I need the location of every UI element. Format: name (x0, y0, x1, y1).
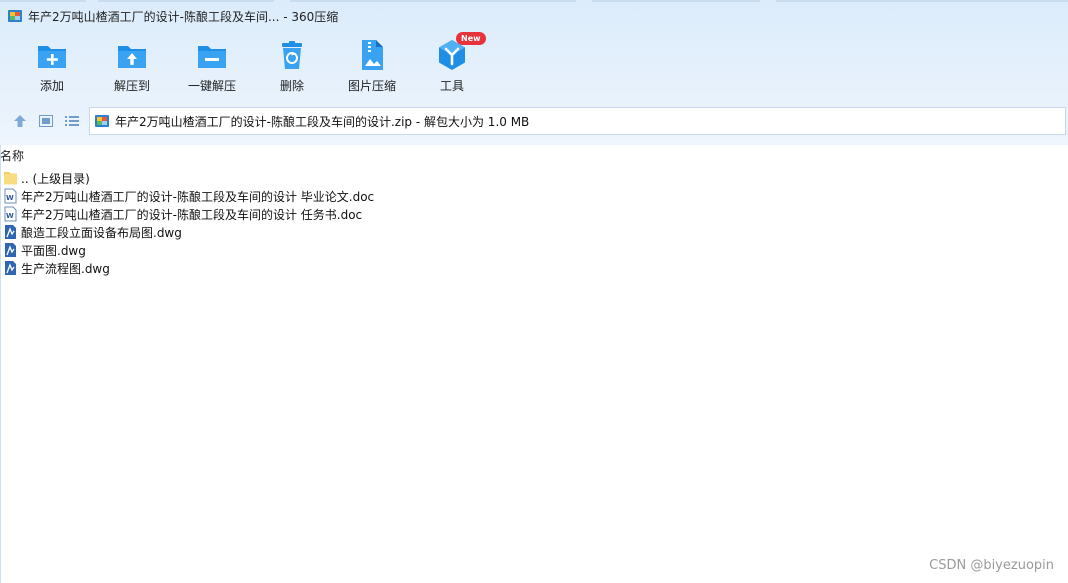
recycle-bin-icon (282, 41, 302, 69)
file-name: 年产2万吨山楂酒工厂的设计-陈酿工段及车间的设计 毕业论文.doc (21, 189, 375, 204)
add-button[interactable]: 添加 (12, 38, 92, 96)
archive-app-icon (8, 10, 22, 22)
column-header-name[interactable]: 名称 (0, 146, 24, 164)
file-row[interactable]: 生产流程图.dwg (3, 259, 374, 277)
dwg-file-icon (5, 261, 16, 275)
svg-text:W: W (6, 212, 14, 220)
delete-button[interactable]: 删除 (252, 38, 332, 96)
parent-folder-row[interactable]: .. (上级目录) (3, 169, 374, 187)
extract-to-label: 解压到 (113, 79, 150, 93)
folder-extract-icon (118, 46, 146, 68)
one-click-extract-button[interactable]: 一键解压 (172, 38, 252, 96)
tools-button[interactable]: New 工具 (412, 32, 492, 96)
file-list: .. (上级目录) W 年产2万吨山楂酒工厂的设计-陈酿工段及车间的设计 毕业论… (3, 169, 374, 277)
arrow-up-icon (14, 115, 26, 127)
file-row[interactable]: W 年产2万吨山楂酒工厂的设计-陈酿工段及车间的设计 任务书.doc (3, 205, 374, 223)
tools-label: 工具 (439, 79, 464, 93)
file-row[interactable]: 平面图.dwg (3, 241, 374, 259)
dwg-file-icon (5, 225, 16, 239)
thumbnail-view-button[interactable] (37, 112, 55, 130)
svg-text:W: W (6, 194, 14, 202)
word-doc-icon: W (4, 188, 17, 204)
list-left-border (0, 145, 1, 583)
new-badge: New (456, 32, 486, 45)
add-label: 添加 (39, 79, 64, 93)
column-header-name-label: 名称 (0, 148, 25, 163)
folder-icon (4, 172, 17, 185)
folder-add-icon (38, 46, 66, 68)
file-row[interactable]: W 年产2万吨山楂酒工厂的设计-陈酿工段及车间的设计 毕业论文.doc (3, 187, 374, 205)
top-panel: 年产2万吨山楂酒工厂的设计-陈酿工段及车间... - 360压缩 添加 解压到 … (0, 0, 1068, 145)
extract-to-button[interactable]: 解压到 (92, 38, 172, 96)
file-name: 年产2万吨山楂酒工厂的设计-陈酿工段及车间的设计 任务书.doc (21, 207, 363, 222)
navigation-bar: 年产2万吨山楂酒工厂的设计-陈酿工段及车间的设计.zip - 解包大小为 1.0… (0, 106, 1068, 136)
file-row[interactable]: 酿造工段立面设备布局图.dwg (3, 223, 374, 241)
file-name: 生产流程图.dwg (21, 261, 110, 276)
address-bar[interactable]: 年产2万吨山楂酒工厂的设计-陈酿工段及车间的设计.zip - 解包大小为 1.0… (89, 107, 1066, 135)
app-window: 年产2万吨山楂酒工厂的设计-陈酿工段及车间... - 360压缩 添加 解压到 … (0, 0, 1068, 583)
watermark: CSDN @biyezuopin (929, 558, 1054, 573)
image-compress-button[interactable]: 图片压缩 (332, 38, 412, 96)
title-bar: 年产2万吨山楂酒工厂的设计-陈酿工段及车间... - 360压缩 (0, 0, 1068, 32)
main-toolbar: 添加 解压到 一键解压 删除 图片压缩 New 工具 (12, 32, 492, 96)
up-level-button[interactable] (11, 112, 29, 130)
delete-label: 删除 (279, 79, 304, 93)
file-name: 平面图.dwg (21, 243, 86, 258)
dwg-file-icon (5, 243, 16, 257)
one-click-extract-label: 一键解压 (187, 79, 236, 93)
address-text: 年产2万吨山楂酒工厂的设计-陈酿工段及车间的设计.zip - 解包大小为 1.0… (115, 114, 530, 129)
file-name: .. (上级目录) (21, 171, 90, 186)
thumbnail-view-icon (39, 115, 53, 127)
file-name: 酿造工段立面设备布局图.dwg (21, 225, 182, 240)
image-compress-label: 图片压缩 (347, 79, 396, 93)
list-view-icon (65, 116, 79, 126)
zip-archive-icon (95, 115, 109, 127)
image-compress-icon (362, 40, 383, 70)
window-title: 年产2万吨山楂酒工厂的设计-陈酿工段及车间... - 360压缩 (28, 9, 339, 24)
list-view-button[interactable] (63, 112, 81, 130)
folder-oneclick-extract-icon (198, 46, 226, 68)
word-doc-icon: W (4, 206, 17, 222)
